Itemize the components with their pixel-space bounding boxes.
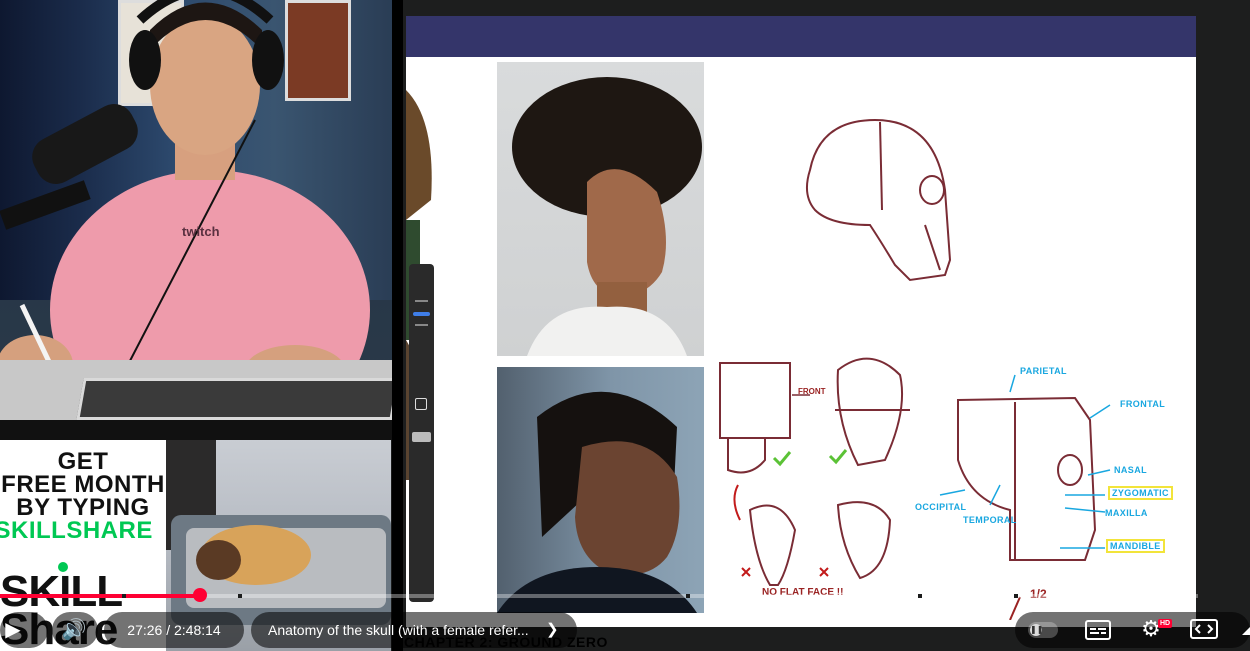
opacity-slider-handle[interactable] bbox=[412, 432, 431, 442]
drawing-tablet bbox=[76, 378, 392, 420]
woman-portrait-illustration bbox=[512, 77, 702, 356]
autoplay-toggle[interactable]: ❚❚ bbox=[1028, 622, 1058, 638]
chapter-marker bbox=[686, 594, 690, 598]
reference-photo-woman bbox=[497, 62, 704, 356]
chapter-marker bbox=[1014, 594, 1018, 598]
brush-size-tick bbox=[415, 300, 428, 302]
label-temporal: TEMPORAL bbox=[963, 515, 1017, 525]
brush-size-tick bbox=[415, 324, 428, 326]
volume-icon[interactable]: 🔊 bbox=[58, 614, 90, 646]
chapter-title[interactable]: Anatomy of the skull (with a female refe… bbox=[268, 612, 529, 648]
panel-divider bbox=[392, 0, 403, 651]
man-portrait-illustration bbox=[497, 391, 697, 613]
progress-bar-played bbox=[0, 594, 200, 598]
chapter-marker bbox=[122, 594, 126, 598]
pause-icon: ❚❚ bbox=[1030, 624, 1044, 636]
panel-divider bbox=[0, 420, 392, 440]
slide-header-bar bbox=[406, 16, 1196, 57]
label-frontal: FRONTAL bbox=[1120, 399, 1166, 409]
modify-square-icon[interactable] bbox=[415, 398, 427, 410]
next-video-icon[interactable]: ▶ bbox=[0, 614, 26, 646]
fullscreen-icon[interactable]: ◢ bbox=[1242, 618, 1250, 640]
reference-photo-man bbox=[497, 367, 704, 613]
label-nasal: NASAL bbox=[1114, 465, 1147, 475]
cat-head bbox=[196, 540, 241, 580]
chevron-right-icon[interactable]: ❯ bbox=[546, 612, 559, 648]
webcam-panel: twitch bbox=[0, 0, 392, 420]
hd-badge: HD bbox=[1158, 619, 1173, 628]
chapter-marker bbox=[238, 594, 242, 598]
theater-mode-icon[interactable] bbox=[1190, 618, 1218, 640]
progress-scrubber-handle[interactable] bbox=[193, 588, 207, 602]
time-display: 27:26 / 2:48:14 bbox=[106, 612, 242, 648]
current-time: 27:26 bbox=[127, 622, 163, 638]
label-maxilla: MAXILLA bbox=[1105, 508, 1148, 518]
label-zygomatic: ZYGOMATIC bbox=[1108, 486, 1173, 500]
time-separator: / bbox=[162, 622, 174, 638]
label-mandible: MANDIBLE bbox=[1106, 539, 1165, 553]
label-front: FRONT bbox=[798, 387, 826, 396]
label-parietal: PARIETAL bbox=[1020, 366, 1067, 376]
drawing-app-side-toolbar[interactable] bbox=[409, 264, 434, 602]
duration: 2:48:14 bbox=[174, 622, 221, 638]
streamer-figure bbox=[0, 0, 370, 420]
label-occipital: OCCIPITAL bbox=[915, 502, 967, 512]
subtitles-icon[interactable] bbox=[1085, 619, 1111, 641]
chapter-marker bbox=[918, 594, 922, 598]
brush-size-slider-handle[interactable] bbox=[413, 312, 430, 316]
shirt-logo-text: twitch bbox=[182, 224, 220, 239]
promo-hashtag: !SKILLSHARE bbox=[0, 517, 153, 544]
